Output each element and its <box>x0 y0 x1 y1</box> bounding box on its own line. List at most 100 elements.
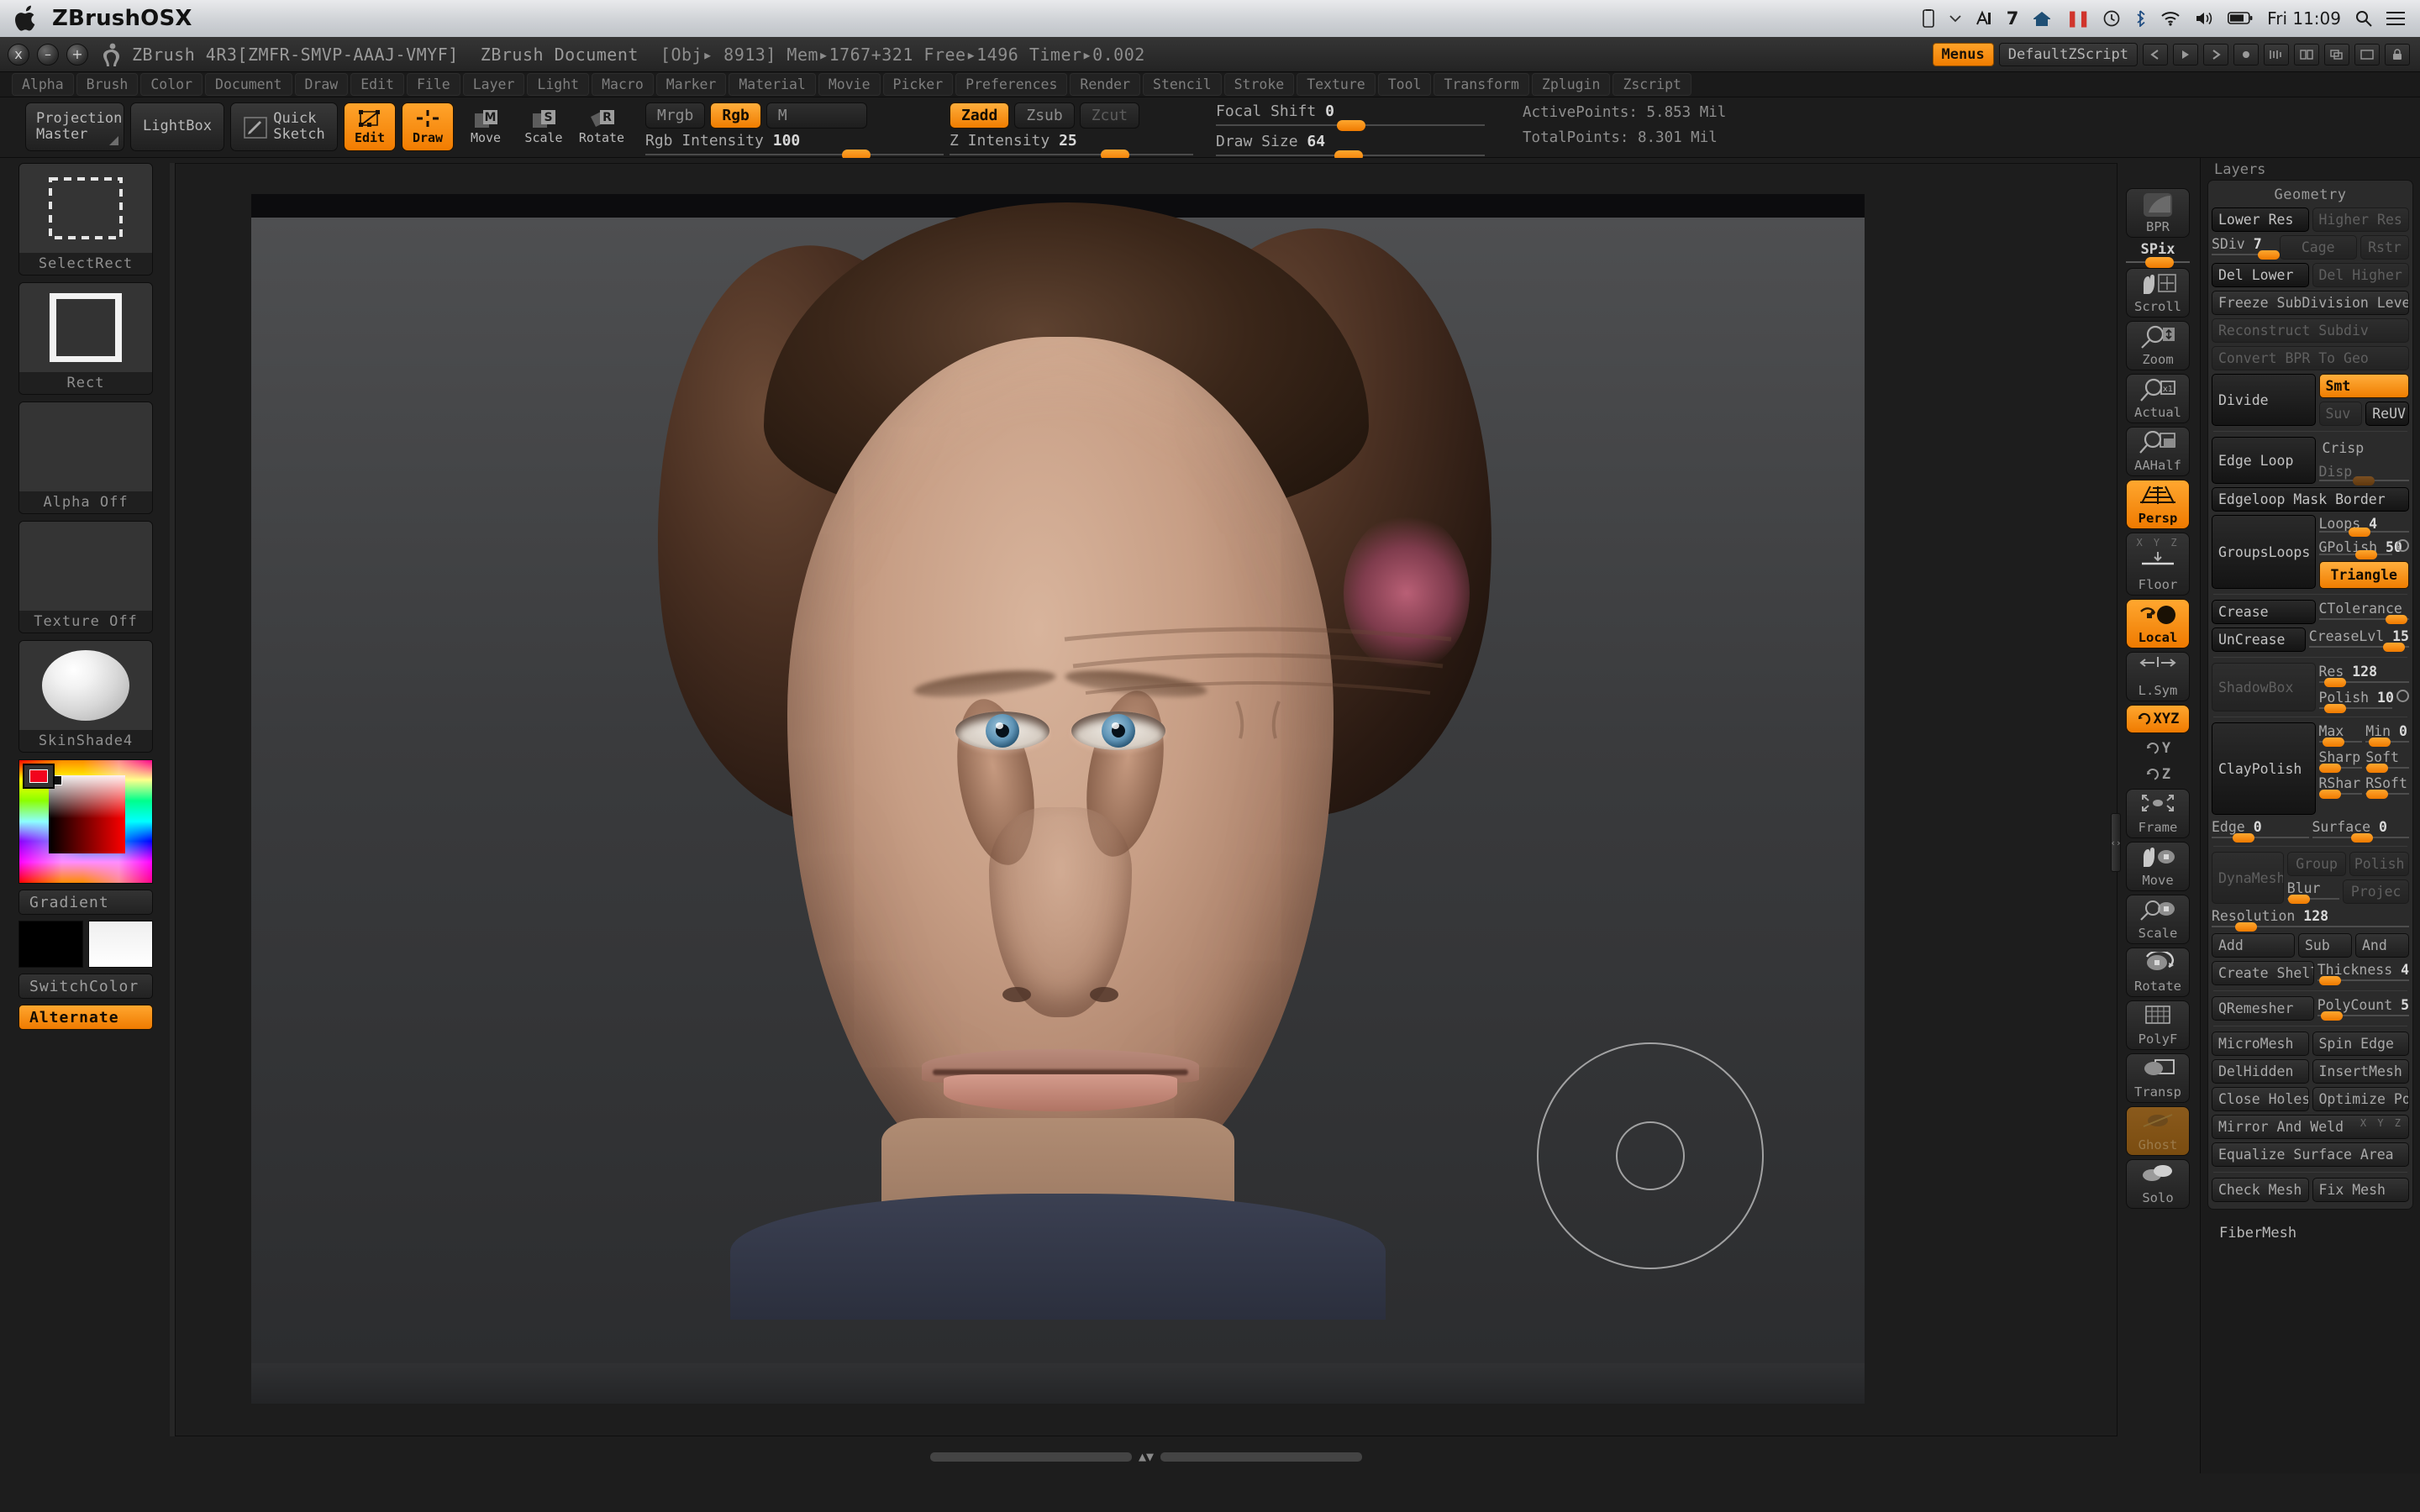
sdiv-slider[interactable]: SDiv 7 <box>2212 235 2281 260</box>
res-slider[interactable]: Res 128 <box>2318 663 2409 687</box>
cage-button[interactable]: Cage <box>2279 235 2357 260</box>
menu-item-document[interactable]: Document <box>205 73 292 96</box>
zadd-button[interactable]: Zadd <box>950 102 1010 129</box>
menu-item-color[interactable]: Color <box>140 73 203 96</box>
dynamesh-polish-button[interactable]: Polish <box>2349 852 2409 876</box>
aahalf-button[interactable]: AAHalf <box>2126 427 2190 476</box>
shadowbox-button[interactable]: ShadowBox <box>2212 663 2316 711</box>
resolution-slider[interactable]: Resolution 128 <box>2212 907 2409 932</box>
sculpted-head-model[interactable] <box>587 202 1528 1353</box>
actual-button[interactable]: x1 Actual <box>2126 374 2190 423</box>
menu-item-render[interactable]: Render <box>1070 73 1141 96</box>
surface-slider[interactable]: Surface 0 <box>2312 818 2409 843</box>
zscript-play-icon[interactable] <box>2173 43 2198 66</box>
min-slider[interactable]: Min 0 <box>2365 722 2409 747</box>
crease-button[interactable]: Crease <box>2212 600 2316 624</box>
wifi-icon[interactable] <box>2160 11 2181 26</box>
horizontal-scroll-thumb[interactable] <box>929 1452 1132 1462</box>
draw-size-slider[interactable]: Draw Size 64 <box>1216 133 1485 161</box>
quick-sketch-button[interactable]: Quick Sketch <box>230 102 338 151</box>
menus-button[interactable]: Menus <box>1932 42 1994 66</box>
default-zscript-button[interactable]: DefaultZScript <box>1998 42 2138 66</box>
divide-button[interactable]: Divide <box>2212 374 2316 426</box>
polish-slider[interactable]: Polish 10 <box>2318 689 2409 713</box>
groupsloops-button[interactable]: GroupsLoops <box>2212 515 2316 589</box>
fix-mesh-button[interactable]: Fix Mesh <box>2312 1178 2409 1202</box>
convert-bpr-button[interactable]: Convert BPR To Geo <box>2212 346 2409 370</box>
gpolish-toggle-icon[interactable] <box>2396 538 2409 552</box>
m-button[interactable]: M <box>765 102 867 129</box>
scroll-button[interactable]: Scroll <box>2126 268 2190 318</box>
and-button[interactable]: And <box>2355 933 2409 958</box>
texture-palette[interactable]: Texture Off <box>18 521 153 633</box>
scroll-arrows-icon[interactable]: ▲▼ <box>1139 1449 1154 1464</box>
menu-item-picker[interactable]: Picker <box>882 73 954 96</box>
reconstruct-subdiv-button[interactable]: Reconstruct Subdiv <box>2212 318 2409 343</box>
local-button[interactable]: Local <box>2126 599 2190 648</box>
frame-button[interactable]: Frame <box>2126 789 2190 838</box>
group-button[interactable]: Group <box>2286 852 2347 876</box>
higher-res-button[interactable]: Higher Res <box>2312 207 2409 232</box>
menu-item-material[interactable]: Material <box>729 73 816 96</box>
secondary-color-swatch[interactable] <box>88 921 153 968</box>
chevron-down-icon[interactable] <box>1949 14 1961 23</box>
spin-edge-button[interactable]: Spin Edge <box>2312 1032 2409 1056</box>
scale-gizmo-button[interactable]: Scale <box>2126 895 2190 944</box>
project-button[interactable]: Projec <box>2343 879 2409 904</box>
check-mesh-button[interactable]: Check Mesh <box>2212 1178 2309 1202</box>
panel-lock-icon[interactable] <box>2385 43 2410 66</box>
apple-logo-icon[interactable] <box>15 5 37 32</box>
add-button[interactable]: Add <box>2212 933 2295 958</box>
zbrush-document[interactable] <box>251 194 1865 1404</box>
gpolish-slider[interactable]: GPolish 50 <box>2318 538 2409 560</box>
canvas-bottom-scrollbar[interactable]: ▲▼ <box>175 1441 2118 1472</box>
insertmesh-button[interactable]: InsertMesh <box>2312 1059 2409 1084</box>
navigation-wheel-icon[interactable] <box>1537 1042 1764 1269</box>
spaces-number[interactable]: 7 <box>2007 8 2019 29</box>
equalize-surface-area-button[interactable]: Equalize Surface Area <box>2212 1142 2409 1167</box>
freeze-subdivision-button[interactable]: Freeze SubDivision Levels <box>2212 291 2409 315</box>
rstr-button[interactable]: Rstr <box>2360 235 2409 260</box>
geometry-title[interactable]: Geometry <box>2212 184 2409 207</box>
menu-item-alpha[interactable]: Alpha <box>12 73 74 96</box>
rsoft-slider[interactable]: RSoft <box>2365 774 2409 799</box>
menu-item-brush[interactable]: Brush <box>76 73 139 96</box>
edge-loop-button[interactable]: Edge Loop <box>2212 437 2316 484</box>
window-cascade-icon[interactable] <box>2324 43 2349 66</box>
ctolerance-slider[interactable]: CTolerance <box>2318 600 2409 624</box>
focal-shift-slider[interactable]: Focal Shift 0 <box>1216 102 1485 131</box>
lower-res-button[interactable]: Lower Res <box>2212 207 2309 232</box>
rgb-button[interactable]: Rgb <box>710 102 761 129</box>
rotate-y-button[interactable]: Y <box>2126 737 2190 759</box>
zscript-prev-icon[interactable] <box>2143 43 2168 66</box>
blur-slider[interactable]: Blur <box>2286 879 2340 904</box>
menu-item-zplugin[interactable]: Zplugin <box>1531 73 1611 96</box>
gradient-button[interactable]: Gradient <box>18 890 153 915</box>
zoom-button[interactable]: Zoom <box>2126 321 2190 370</box>
projection-master-button[interactable]: Projection Master <box>25 102 124 151</box>
volume-icon[interactable] <box>2195 11 2213 26</box>
sharp-slider[interactable]: Sharp <box>2318 748 2363 773</box>
perspective-button[interactable]: Persp <box>2126 480 2190 529</box>
menu-item-stroke[interactable]: Stroke <box>1223 73 1295 96</box>
polish-toggle-icon[interactable] <box>2396 690 2409 702</box>
menu-item-light[interactable]: Light <box>527 73 590 96</box>
menu-item-draw[interactable]: Draw <box>294 73 349 96</box>
menu-item-transform[interactable]: Transform <box>1434 73 1529 96</box>
thickness-slider[interactable]: Thickness 4 <box>2317 961 2409 985</box>
menu-item-layer[interactable]: Layer <box>462 73 525 96</box>
home-icon[interactable] <box>2033 11 2051 26</box>
transparency-button[interactable]: Transp <box>2126 1053 2190 1103</box>
menu-item-file[interactable]: File <box>407 73 460 96</box>
osx-clock[interactable]: Fri 11:09 <box>2267 8 2341 29</box>
floor-button[interactable]: X Y Z Floor <box>2126 533 2190 596</box>
move-gizmo-button[interactable]: Move <box>2126 842 2190 891</box>
menu-item-tool[interactable]: Tool <box>1377 73 1432 96</box>
micromesh-button[interactable]: MicroMesh <box>2212 1032 2309 1056</box>
dynamesh-button[interactable]: DynaMesh <box>2212 852 2284 904</box>
window-fullscreen-icon[interactable] <box>2354 43 2380 66</box>
maximize-button[interactable]: + <box>66 43 88 66</box>
sub-button[interactable]: Sub <box>2298 933 2352 958</box>
rgb-intensity-slider[interactable]: Rgb Intensity 100 <box>645 132 944 160</box>
fibermesh-section-label[interactable]: FiberMesh <box>2201 1216 2420 1247</box>
